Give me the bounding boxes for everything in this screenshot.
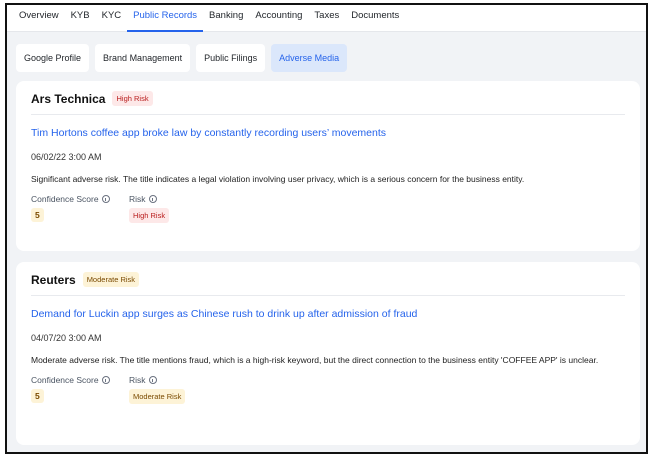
app-window: Overview KYB KYC Public Records Banking … [5,3,648,454]
tab-accounting[interactable]: Accounting [249,5,308,32]
tab-overview[interactable]: Overview [13,5,65,32]
confidence-score-group: Confidence Score 5 [31,194,129,223]
article-meta: Confidence Score 5 Risk High Risk [31,194,625,223]
info-icon[interactable] [148,376,157,384]
risk-group: Risk High Risk [129,194,170,223]
subtab-adverse-media[interactable]: Adverse Media [271,44,348,72]
article-description: Significant adverse risk. The title indi… [31,174,525,184]
article-date: 06/02/22 3:00 AM [31,152,102,162]
risk-label: Risk [129,194,146,204]
source-name: Reuters [31,272,76,287]
article-date: 04/07/20 3:00 AM [31,333,102,343]
article-card: Ars Technica High Risk Tim Hortons coffe… [16,81,640,251]
article-meta: Confidence Score 5 Risk Moderate Risk [31,375,625,404]
subtab-public-filings[interactable]: Public Filings [196,44,266,72]
article-card: Reuters Moderate Risk Demand for Luckin … [16,262,640,445]
confidence-score-group: Confidence Score 5 [31,375,129,404]
tab-taxes[interactable]: Taxes [308,5,345,32]
card-header: Ars Technica High Risk [31,81,625,115]
content-panel: Google Profile Brand Management Public F… [7,32,646,452]
confidence-score-label: Confidence Score [31,375,99,385]
risk-badge: High Risk [112,91,153,106]
subtab-google-profile[interactable]: Google Profile [16,44,90,72]
subtab-brand-management[interactable]: Brand Management [95,44,191,72]
tab-kyc[interactable]: KYC [96,5,128,32]
info-icon[interactable] [101,195,110,203]
tab-documents[interactable]: Documents [345,5,405,32]
article-description: Moderate adverse risk. The title mention… [31,355,599,365]
confidence-score-label: Confidence Score [31,194,99,204]
risk-label: Risk [129,375,146,385]
sub-nav-tabs: Google Profile Brand Management Public F… [7,32,646,72]
info-icon[interactable] [148,195,157,203]
card-header: Reuters Moderate Risk [31,262,625,296]
tab-banking[interactable]: Banking [203,5,249,32]
article-headline-link[interactable]: Demand for Luckin app surges as Chinese … [31,308,417,320]
tab-kyb[interactable]: KYB [65,5,96,32]
risk-value-badge: High Risk [129,208,170,223]
confidence-score-value: 5 [31,389,44,403]
source-name: Ars Technica [31,91,106,106]
article-headline-link[interactable]: Tim Hortons coffee app broke law by cons… [31,127,386,139]
tab-public-records[interactable]: Public Records [127,5,204,32]
confidence-score-value: 5 [31,208,44,222]
risk-value-badge: Moderate Risk [129,389,186,404]
risk-group: Risk Moderate Risk [129,375,186,404]
risk-badge: Moderate Risk [82,272,140,287]
top-nav-tabs: Overview KYB KYC Public Records Banking … [7,5,646,32]
info-icon[interactable] [101,376,110,384]
